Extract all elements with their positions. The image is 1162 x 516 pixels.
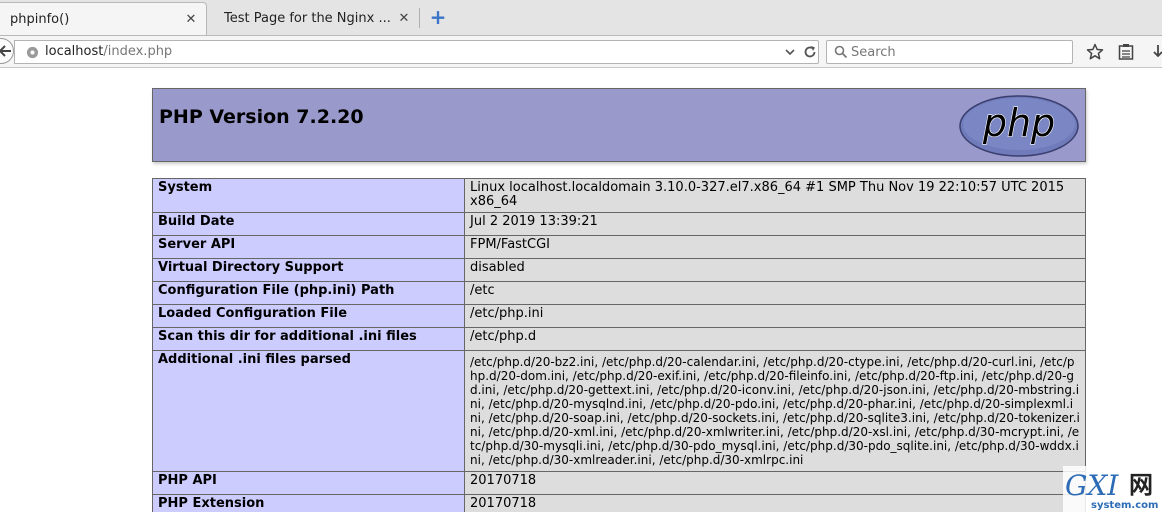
row-label: Virtual Directory Support	[152, 258, 465, 282]
reading-list-icon[interactable]	[1118, 43, 1134, 61]
tab-strip: phpinfo() ✕ Test Page for the Nginx ... …	[0, 0, 1162, 36]
php-logo-text: php	[982, 101, 1055, 145]
dropdown-arrow-icon[interactable]	[784, 44, 796, 60]
row-label: Build Date	[152, 212, 465, 236]
row-label: PHP API	[152, 471, 465, 495]
url-text[interactable]: localhost/index.php	[45, 44, 172, 60]
back-arrow-icon	[0, 45, 11, 57]
tab-close-icon[interactable]: ✕	[182, 12, 200, 27]
row-value: /etc/php.d	[464, 327, 1086, 351]
new-tab-icon[interactable]: +	[428, 7, 448, 27]
row-label: Configuration File (php.ini) Path	[152, 281, 465, 305]
tab-nginx-test-page[interactable]: Test Page for the Nginx ... ✕	[211, 2, 419, 35]
php-header-banner: PHP Version 7.2.20 php	[152, 88, 1086, 162]
watermark-glyph: 网	[1129, 471, 1153, 499]
row-label: Scan this dir for additional .ini files	[152, 327, 465, 351]
row-value: Jul 2 2019 13:39:21	[464, 212, 1086, 236]
table-row: Loaded Configuration File /etc/php.ini	[152, 304, 1086, 328]
row-label: Loaded Configuration File	[152, 304, 465, 328]
download-icon[interactable]	[1152, 43, 1162, 61]
watermark-logo: GXI 网 system.com	[1065, 469, 1158, 511]
tab-divider	[419, 8, 420, 28]
row-label: System	[152, 178, 465, 213]
search-icon	[834, 45, 848, 59]
php-info-table: System Linux localhost.localdomain 3.10.…	[152, 178, 1086, 512]
table-row: Virtual Directory Support disabled	[152, 258, 1086, 282]
row-label: Additional .ini files parsed	[152, 350, 465, 472]
table-row: Additional .ini files parsed /etc/php.d/…	[152, 350, 1086, 472]
address-bar[interactable]: localhost/index.php	[14, 40, 819, 64]
php-logo[interactable]: php	[958, 94, 1080, 158]
url-path: /index.php	[103, 44, 173, 59]
reload-icon[interactable]	[802, 44, 818, 60]
bookmark-star-icon[interactable]	[1086, 43, 1104, 61]
watermark-brand: GXI	[1065, 469, 1119, 502]
page-title: PHP Version 7.2.20	[159, 106, 364, 128]
table-row: PHP API 20170718	[152, 471, 1086, 495]
row-value: Linux localhost.localdomain 3.10.0-327.e…	[464, 178, 1086, 213]
navigation-toolbar: localhost/index.php	[0, 36, 1162, 68]
table-row: Configuration File (php.ini) Path /etc	[152, 281, 1086, 305]
row-value: /etc/php.d/20-bz2.ini, /etc/php.d/20-cal…	[464, 350, 1086, 472]
globe-icon	[26, 46, 39, 59]
row-value: /etc	[464, 281, 1086, 305]
page-viewport: PHP Version 7.2.20 php System Linux loca…	[0, 69, 1162, 512]
site-watermark: GXI 网 system.com	[1063, 466, 1162, 512]
tab-title: Test Page for the Nginx ...	[224, 11, 391, 26]
tab-title: phpinfo()	[10, 11, 70, 27]
table-row: Server API FPM/FastCGI	[152, 235, 1086, 259]
row-label: Server API	[152, 235, 465, 259]
search-input[interactable]	[851, 43, 1066, 61]
table-row: System Linux localhost.localdomain 3.10.…	[152, 178, 1086, 213]
search-box[interactable]	[826, 40, 1073, 64]
watermark-domain: system.com	[1091, 500, 1158, 511]
row-value: 20170718	[464, 494, 1086, 512]
table-row: Scan this dir for additional .ini files …	[152, 327, 1086, 351]
row-value: 20170718	[464, 471, 1086, 495]
table-row: PHP Extension 20170718	[152, 494, 1086, 512]
url-host: localhost	[45, 44, 104, 59]
tab-phpinfo[interactable]: phpinfo() ✕	[0, 2, 207, 35]
row-value: FPM/FastCGI	[464, 235, 1086, 259]
tab-close-icon[interactable]: ✕	[395, 11, 413, 26]
row-value: /etc/php.ini	[464, 304, 1086, 328]
row-label: PHP Extension	[152, 494, 465, 512]
back-button[interactable]	[0, 38, 14, 64]
row-value: disabled	[464, 258, 1086, 282]
table-row: Build Date Jul 2 2019 13:39:21	[152, 212, 1086, 236]
